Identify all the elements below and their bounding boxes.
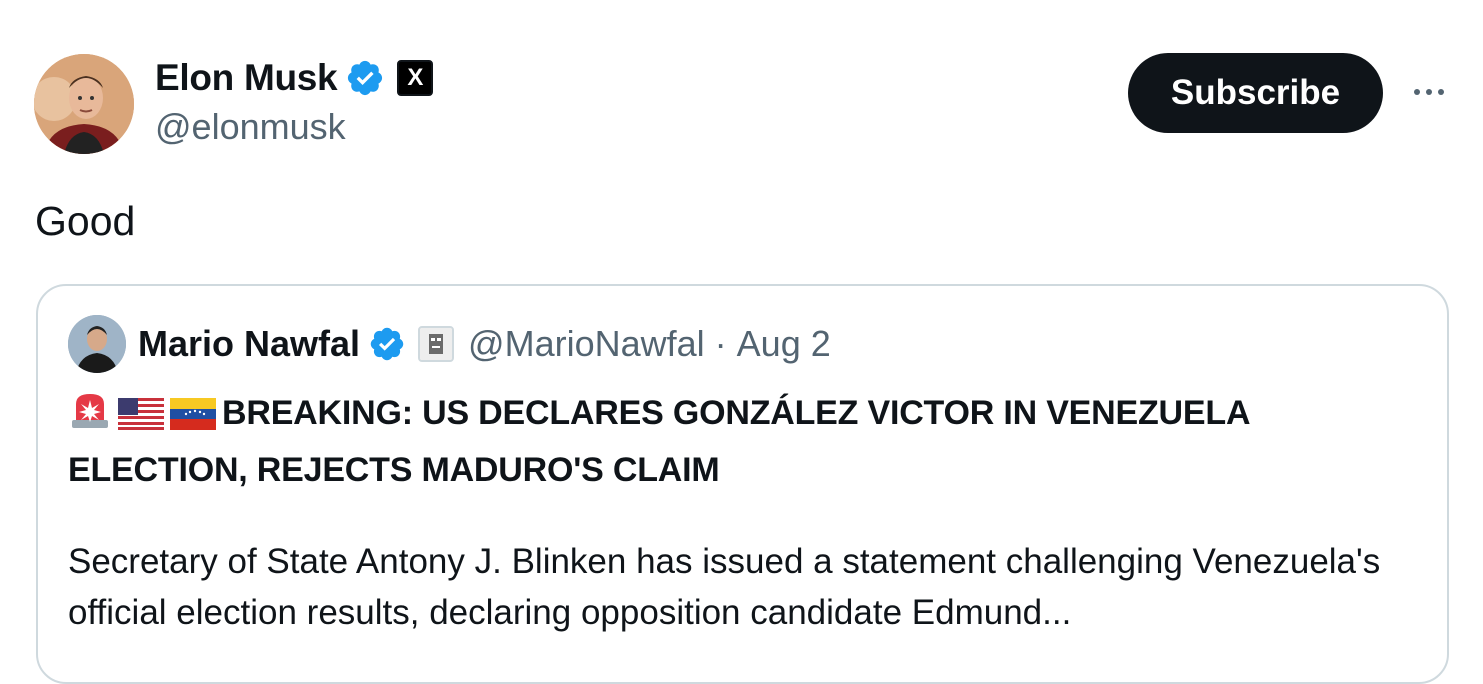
- author-display-name[interactable]: Elon Musk: [155, 57, 338, 99]
- x-affiliate-badge-icon[interactable]: X: [397, 60, 434, 96]
- quoted-verified-badge-icon[interactable]: [368, 325, 406, 363]
- quoted-body-text: Secretary of State Antony J. Blinken has…: [68, 542, 1381, 632]
- quoted-author-avatar[interactable]: [68, 315, 126, 373]
- tweet-header: Elon Musk X @elonmusk Subscribe: [34, 52, 1449, 156]
- subscribe-button[interactable]: Subscribe: [1128, 53, 1383, 133]
- us-flag-icon: [118, 394, 164, 445]
- quoted-affiliate-badge-icon[interactable]: [418, 326, 455, 362]
- more-options-icon[interactable]: [1409, 78, 1449, 106]
- more-dot: [1414, 89, 1420, 95]
- author-name-block: Elon Musk X @elonmusk: [155, 52, 434, 148]
- quoted-tweet-card[interactable]: Mario Nawfal @MarioNawfal · Aug 2 BREAKI…: [36, 284, 1449, 684]
- quoted-date[interactable]: Aug 2: [737, 323, 831, 365]
- quoted-tweet-header: Mario Nawfal @MarioNawfal · Aug 2: [68, 314, 831, 374]
- quoted-separator: ·: [714, 323, 727, 364]
- venezuela-flag-icon: [170, 394, 216, 445]
- quoted-headline: BREAKING: US DECLARES GONZÁLEZ VICTOR IN…: [68, 388, 1398, 496]
- author-handle[interactable]: @elonmusk: [155, 106, 433, 148]
- tweet-text: Good: [35, 198, 136, 244]
- quoted-headline-text: BREAKING: US DECLARES GONZÁLEZ VICTOR IN…: [68, 394, 1250, 489]
- quoted-author-handle[interactable]: @MarioNawfal: [468, 323, 705, 365]
- author-avatar[interactable]: [34, 54, 134, 154]
- more-dot: [1438, 89, 1444, 95]
- more-dot: [1426, 89, 1432, 95]
- author-name-row: Elon Musk X: [155, 52, 434, 104]
- rotating-light-icon: [68, 390, 112, 445]
- quoted-author-display-name[interactable]: Mario Nawfal: [138, 323, 360, 365]
- verified-badge-icon[interactable]: [345, 58, 385, 98]
